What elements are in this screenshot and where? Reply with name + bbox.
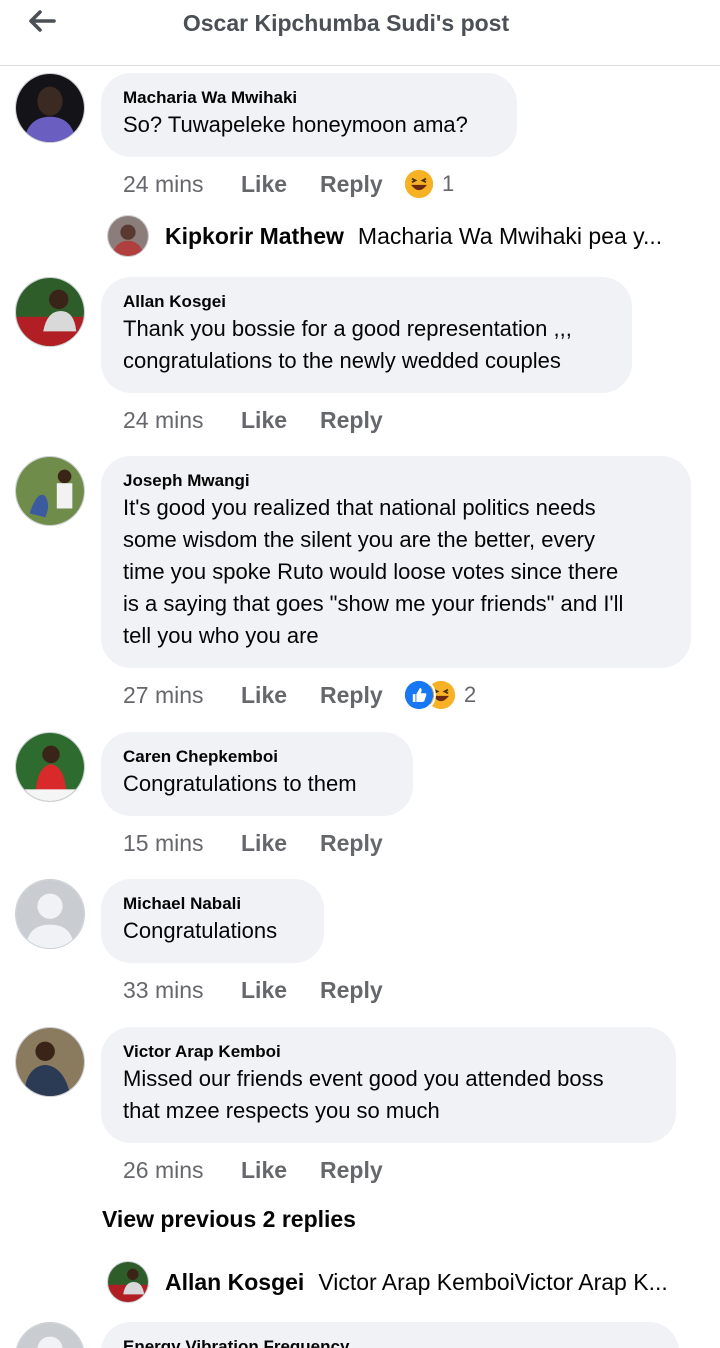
comment-author[interactable]: Macharia Wa Mwihaki bbox=[123, 87, 495, 109]
avatar[interactable] bbox=[15, 73, 85, 143]
comment-author[interactable]: Energy Vibration Frequency bbox=[123, 1336, 657, 1348]
like-reaction-icon bbox=[402, 678, 436, 712]
comment-actions: 15 mins Like Reply bbox=[123, 826, 402, 860]
comment-bubble[interactable]: Caren Chepkemboi Congratulations to them bbox=[101, 732, 413, 816]
comment-actions: 26 mins Like Reply bbox=[123, 1153, 402, 1187]
comment-actions: 33 mins Like Reply bbox=[123, 973, 402, 1007]
avatar[interactable] bbox=[15, 1322, 85, 1348]
avatar[interactable] bbox=[107, 215, 149, 257]
reply-button[interactable]: Reply bbox=[320, 682, 402, 709]
comment-time[interactable]: 26 mins bbox=[123, 1157, 241, 1184]
reaction-summary[interactable]: 2 bbox=[402, 678, 476, 712]
reply-author[interactable]: Allan Kosgei bbox=[165, 1269, 304, 1296]
reply-snippet: Victor Arap KemboiVictor Arap K... bbox=[318, 1268, 668, 1295]
post-header: Oscar Kipchumba Sudi's post bbox=[0, 0, 720, 66]
avatar[interactable] bbox=[15, 879, 85, 949]
like-button[interactable]: Like bbox=[241, 977, 320, 1004]
comment-text: time you spoke Ruto would loose votes si… bbox=[123, 559, 619, 584]
comment-text: So? Tuwapeleke honeymoon ama? bbox=[123, 112, 468, 137]
avatar[interactable] bbox=[15, 1027, 85, 1097]
reply-button[interactable]: Reply bbox=[320, 171, 402, 198]
view-previous-replies-link[interactable]: View previous 2 replies bbox=[102, 1206, 356, 1233]
reply-button[interactable]: Reply bbox=[320, 1157, 402, 1184]
comment-text: is a saying that goes "show me your frie… bbox=[123, 591, 624, 616]
like-button[interactable]: Like bbox=[241, 682, 320, 709]
avatar[interactable] bbox=[15, 732, 85, 802]
comment-time[interactable]: 24 mins bbox=[123, 407, 241, 434]
comment-text: Thank you bossie for a good representati… bbox=[123, 316, 572, 341]
comment-actions: 27 mins Like Reply 2 bbox=[123, 678, 476, 712]
comment-time[interactable]: 24 mins bbox=[123, 171, 241, 198]
comment-text: Missed our friends event good you attend… bbox=[123, 1066, 604, 1091]
page-title: Oscar Kipchumba Sudi's post bbox=[182, 10, 510, 36]
reply-preview[interactable]: Allan Kosgei Victor Arap KemboiVictor Ar… bbox=[107, 1260, 687, 1304]
comment-bubble[interactable]: Macharia Wa Mwihaki So? Tuwapeleke honey… bbox=[101, 73, 517, 157]
comment-text: Congratulations bbox=[123, 918, 278, 943]
comment-time[interactable]: 33 mins bbox=[123, 977, 241, 1004]
reaction-summary[interactable]: 1 bbox=[402, 167, 454, 201]
avatar[interactable] bbox=[107, 1261, 149, 1303]
comment-text: It's good you realized that national pol… bbox=[123, 495, 596, 520]
comment-text: congratulations to the newly wedded coup… bbox=[123, 348, 561, 373]
like-button[interactable]: Like bbox=[241, 171, 320, 198]
reply-button[interactable]: Reply bbox=[320, 830, 402, 857]
comment-actions: 24 mins Like Reply bbox=[123, 403, 402, 437]
comment-text: some wisdom the silent you are the bette… bbox=[123, 527, 596, 552]
comment-bubble[interactable]: Victor Arap Kemboi Missed our friends ev… bbox=[101, 1027, 676, 1143]
reply-snippet: Macharia Wa Mwihaki pea y... bbox=[357, 222, 663, 249]
comment-author[interactable]: Caren Chepkemboi bbox=[123, 746, 391, 768]
reply-preview[interactable]: Kipkorir Mathew Macharia Wa Mwihaki pea … bbox=[107, 214, 687, 258]
comment-author[interactable]: Victor Arap Kemboi bbox=[123, 1041, 654, 1063]
comment-bubble[interactable]: Allan Kosgei Thank you bossie for a good… bbox=[101, 277, 632, 393]
reply-button[interactable]: Reply bbox=[320, 407, 402, 434]
comment-author[interactable]: Allan Kosgei bbox=[123, 291, 610, 313]
like-button[interactable]: Like bbox=[241, 407, 320, 434]
like-button[interactable]: Like bbox=[241, 830, 320, 857]
comment-text: that mzee respects you so much bbox=[123, 1098, 440, 1123]
comment-time[interactable]: 27 mins bbox=[123, 682, 241, 709]
haha-reaction-icon bbox=[402, 167, 436, 201]
reaction-count: 1 bbox=[442, 171, 455, 196]
comment-author[interactable]: Michael Nabali bbox=[123, 893, 302, 915]
like-button[interactable]: Like bbox=[241, 1157, 320, 1184]
reply-author[interactable]: Kipkorir Mathew bbox=[165, 223, 344, 250]
comment-bubble[interactable]: Energy Vibration Frequency bbox=[101, 1322, 679, 1348]
comment-bubble[interactable]: Michael Nabali Congratulations bbox=[101, 879, 324, 963]
reply-button[interactable]: Reply bbox=[320, 977, 402, 1004]
avatar[interactable] bbox=[15, 456, 85, 526]
comment-text: Congratulations to them bbox=[123, 771, 357, 796]
reaction-count: 2 bbox=[464, 682, 477, 707]
comment-author[interactable]: Joseph Mwangi bbox=[123, 470, 669, 492]
comment-time[interactable]: 15 mins bbox=[123, 830, 241, 857]
avatar[interactable] bbox=[15, 277, 85, 347]
comment-text: tell you who you are bbox=[123, 623, 319, 648]
comment-actions: 24 mins Like Reply 1 bbox=[123, 167, 454, 201]
comment-bubble[interactable]: Joseph Mwangi It's good you realized tha… bbox=[101, 456, 691, 668]
